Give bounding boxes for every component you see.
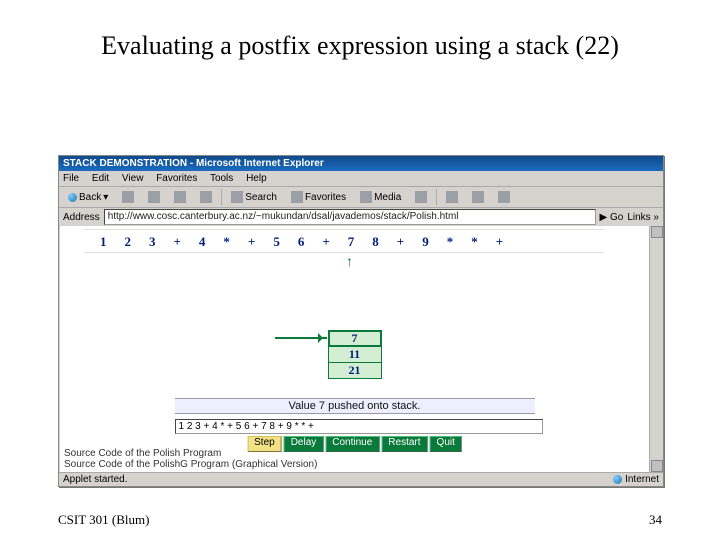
token: * <box>447 234 454 250</box>
restart-button[interactable]: Restart <box>381 436 427 452</box>
mail-icon <box>446 191 458 203</box>
toolbar: Back ▾ Search Favorites Media <box>59 187 663 208</box>
forward-icon <box>122 191 134 203</box>
go-button[interactable]: ▶ Go <box>600 212 624 223</box>
applet-content: 1 2 3 +4 * +5 6 +7 8 +9 * * + ↑ 7 11 21 Value 7 push… <box>60 226 649 472</box>
token: 2 <box>125 234 132 250</box>
menu-view[interactable]: View <box>122 173 144 184</box>
token: 7 <box>348 234 355 250</box>
token: 6 <box>298 234 305 250</box>
history-icon <box>415 191 427 203</box>
slide: Evaluating a postfix expression using a … <box>0 0 720 540</box>
address-field[interactable]: http://www.cosc.canterbury.ac.nz/~mukund… <box>104 209 596 225</box>
edit-icon <box>498 191 510 203</box>
menu-file[interactable]: File <box>63 173 79 184</box>
source-link-2[interactable]: Source Code of the PolishG Program (Grap… <box>64 459 317 470</box>
menu-favorites[interactable]: Favorites <box>156 173 197 184</box>
favorites-button[interactable]: Favorites <box>286 188 351 206</box>
address-label: Address <box>63 212 100 223</box>
separator <box>436 189 437 205</box>
source-link-1[interactable]: Source Code of the Polish Program <box>64 448 317 459</box>
star-icon <box>291 191 303 203</box>
expression-input-row: 1 2 3 + 4 * + 5 6 + 7 8 + 9 * * + <box>175 419 535 434</box>
menu-tools[interactable]: Tools <box>210 173 233 184</box>
print-button[interactable] <box>467 188 489 206</box>
media-button[interactable]: Media <box>355 188 406 206</box>
page-number: 34 <box>649 512 662 528</box>
status-bar: Applet started. Internet <box>59 472 663 486</box>
search-icon <box>231 191 243 203</box>
push-arrow <box>275 337 327 339</box>
mail-button[interactable] <box>441 188 463 206</box>
token: + <box>322 234 329 250</box>
globe-icon <box>613 475 622 484</box>
continue-button[interactable]: Continue <box>325 436 379 452</box>
address-bar: Address http://www.cosc.canterbury.ac.nz… <box>59 208 663 227</box>
stack-cell: 7 <box>328 330 382 347</box>
separator <box>221 189 222 205</box>
stack-cell: 11 <box>328 346 382 363</box>
links-button[interactable]: Links » <box>627 212 659 223</box>
print-icon <box>472 191 484 203</box>
menu-edit[interactable]: Edit <box>92 173 109 184</box>
token: 8 <box>372 234 379 250</box>
token: * <box>223 234 230 250</box>
token: + <box>397 234 404 250</box>
token: 9 <box>422 234 429 250</box>
refresh-button[interactable] <box>169 188 191 206</box>
status-left: Applet started. <box>63 474 127 485</box>
vertical-scrollbar[interactable] <box>649 226 662 472</box>
token: + <box>248 234 255 250</box>
edit-button[interactable] <box>493 188 515 206</box>
stack: 7 11 21 <box>328 331 382 379</box>
status-message: Value 7 pushed onto stack. <box>175 398 535 414</box>
stack-cell: 21 <box>328 362 382 379</box>
source-links: Source Code of the Polish Program Source… <box>64 448 317 470</box>
browser-window: STACK DEMONSTRATION - Microsoft Internet… <box>58 155 664 487</box>
stop-icon <box>148 191 160 203</box>
stop-button[interactable] <box>143 188 165 206</box>
menubar: File Edit View Favorites Tools Help <box>59 171 663 187</box>
token-strip: 1 2 3 +4 * +5 6 +7 8 +9 * * + <box>100 234 609 250</box>
status-right: Internet <box>625 474 659 485</box>
footer-left: CSIT 301 (Blum) <box>58 512 150 528</box>
home-button[interactable] <box>195 188 217 206</box>
refresh-icon <box>174 191 186 203</box>
token: * <box>471 234 478 250</box>
token: 3 <box>149 234 156 250</box>
token: 1 <box>100 234 107 250</box>
current-token-arrow: ↑ <box>346 253 353 269</box>
token: + <box>496 234 503 250</box>
history-button[interactable] <box>410 188 432 206</box>
home-icon <box>200 191 212 203</box>
back-button[interactable]: Back ▾ <box>63 188 113 206</box>
quit-button[interactable]: Quit <box>430 436 462 452</box>
search-button[interactable]: Search <box>226 188 282 206</box>
back-icon <box>68 193 77 202</box>
token: 5 <box>273 234 280 250</box>
window-titlebar: STACK DEMONSTRATION - Microsoft Internet… <box>59 156 663 171</box>
status-zone: Internet <box>613 474 659 485</box>
slide-title: Evaluating a postfix expression using a … <box>0 0 720 63</box>
forward-button[interactable] <box>117 188 139 206</box>
token: + <box>174 234 181 250</box>
expression-input[interactable]: 1 2 3 + 4 * + 5 6 + 7 8 + 9 * * + <box>175 419 543 434</box>
token: 4 <box>199 234 206 250</box>
chevron-down-icon: ▾ <box>103 192 108 203</box>
menu-help[interactable]: Help <box>246 173 267 184</box>
media-icon <box>360 191 372 203</box>
